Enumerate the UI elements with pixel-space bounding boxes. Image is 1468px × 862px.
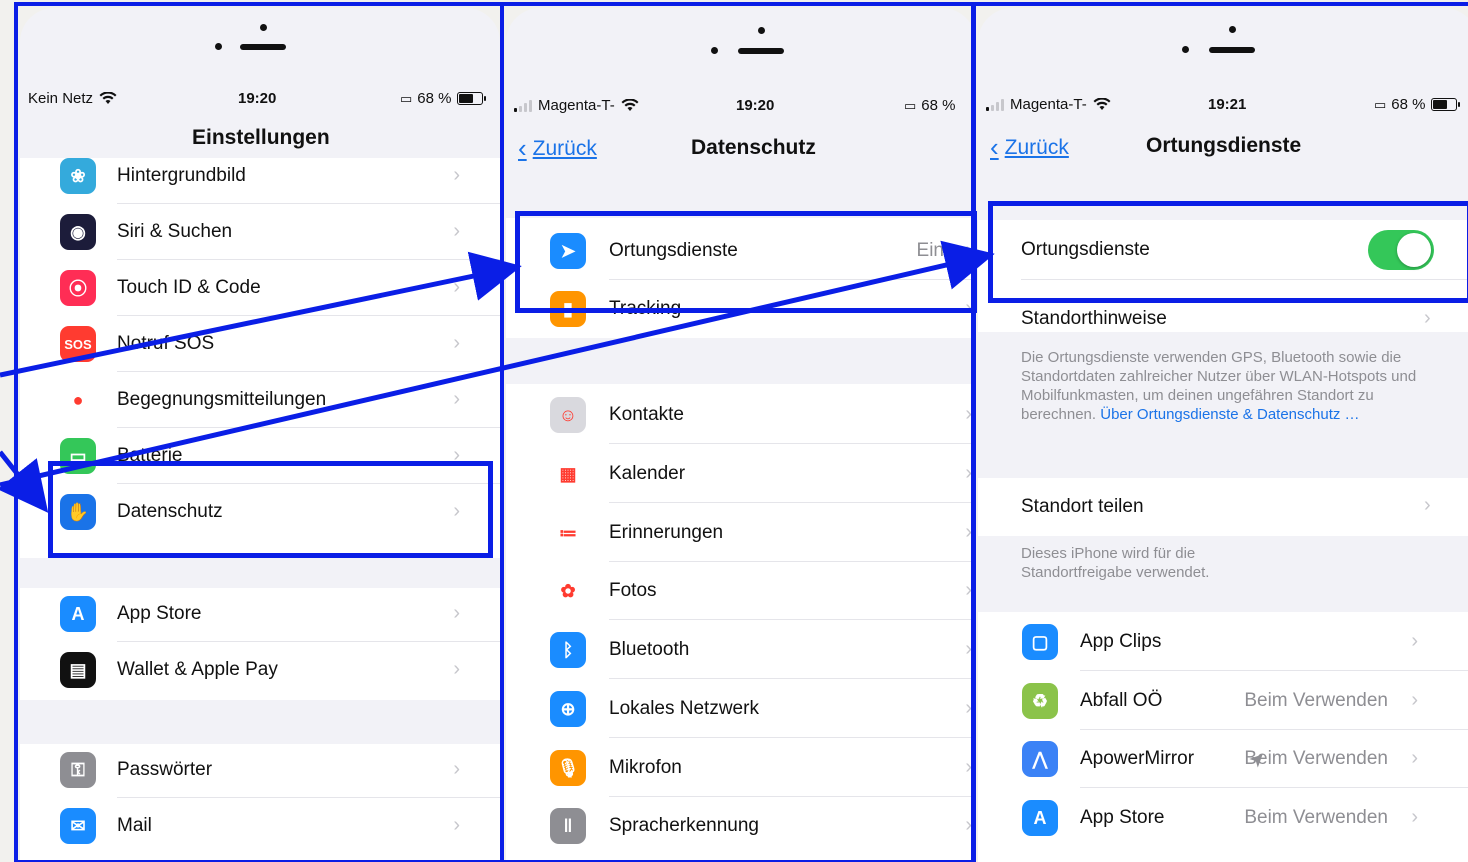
- annotation-arrows: [0, 240, 995, 513]
- arrow-to-ortungsdienste: [0, 251, 522, 378]
- stage: Kein Netz 19:20 ▭ 68 % Einstellungen ❀ Hi…: [0, 0, 1468, 862]
- arrow-to-location-toggle: [0, 240, 995, 488]
